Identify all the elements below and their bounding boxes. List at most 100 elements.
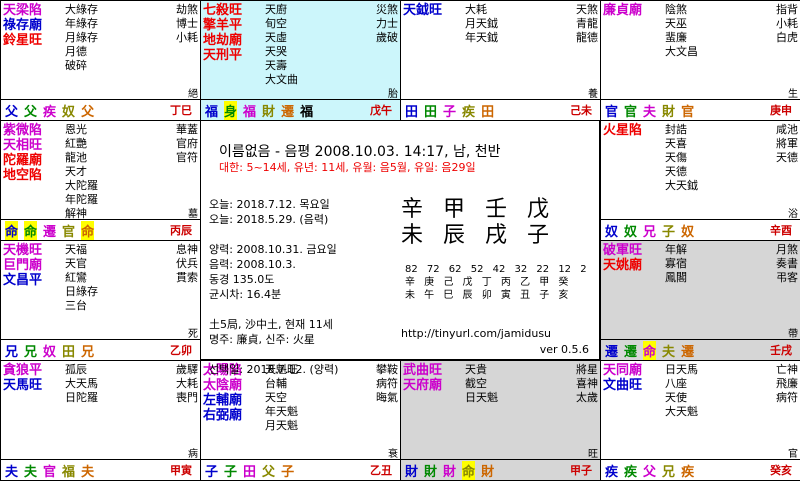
palace-label: 官 (62, 224, 76, 240)
palace-label: 子 (662, 224, 676, 240)
four-pillars: 辛甲壬戊 未辰戌子 (401, 197, 569, 249)
major-star: 祿存廟 (3, 18, 43, 33)
palace-cell-ja[interactable]: 武曲旺 天府廟 天貴 截空 日天魁 將星 喜神 太歲旺財財財命財甲子 (400, 360, 601, 481)
major-star: 天鉞旺 (403, 3, 443, 18)
palace-label: 兄 (662, 464, 676, 480)
minor-star: 月天鉞 (465, 17, 498, 30)
palace-cell-o[interactable]: 七殺旺 擎羊平 地劫廟 天刑平 天廚 旬空 天虛 天哭 天壽 大文曲 災煞 力士 歲破胎福身福財遷福戊午 (200, 0, 401, 121)
info-line (209, 227, 338, 242)
ages-branches-row: 未 午 巳 辰 卯 寅 丑 子 亥 (405, 290, 569, 301)
major-stars: 天鉞旺 (403, 3, 463, 18)
palace-label: 財 (424, 464, 438, 480)
palace-cell-in[interactable]: 貪狼平 天馬旺 孤辰 大天馬 日陀羅 歲驛 大耗 喪門病夫夫官福夫甲寅 (0, 360, 201, 481)
palace-cell-sul[interactable]: 破軍旺 天姚廟 年解 寡宿 鳳閣 月煞 奏書 弔客帶遷遷命夫遷壬戌 (600, 240, 800, 361)
palace-cell-hae[interactable]: 天同廟 文曲旺 日天馬 八座 天使 大天魁 亡神 飛廉 病符官疾疾父兄疾癸亥 (600, 360, 800, 481)
stem-branch: 癸亥 (770, 464, 792, 477)
spirit-star: 天煞 (576, 3, 598, 16)
palace-label: 官 (681, 104, 695, 120)
spirit-star: 飛廉 (776, 377, 798, 390)
palace-labels: 奴奴兄子奴辛酉 (601, 219, 800, 240)
minor-star: 陰煞 (665, 3, 687, 16)
minor-star: 日陀羅 (65, 391, 98, 404)
spirit-stars: 歲驛 大耗 喪門 (158, 363, 198, 405)
version-label: ver 0.5.6 (539, 343, 589, 356)
spirit-star: 弔客 (776, 271, 798, 284)
minor-star: 天壽 (265, 59, 287, 72)
palace-label: 夫 (662, 344, 676, 360)
minor-star: 寡宿 (665, 257, 687, 270)
spirit-star: 貫索 (176, 271, 198, 284)
major-star: 陀羅廟 (3, 153, 43, 168)
spirit-star: 指背 (776, 3, 798, 16)
minor-star: 孤辰 (65, 363, 87, 376)
minor-stars: 陰煞 天巫 蜚廉 大文昌 (665, 3, 735, 59)
stem-branch: 戊午 (370, 104, 392, 117)
minor-star: 天哭 (265, 45, 287, 58)
stem-branch: 己未 (570, 104, 592, 117)
palace-label: 子 (443, 104, 457, 120)
info-line: 선택일: 2018.7.12. (양력) (209, 363, 339, 376)
major-stars: 天同廟 文曲旺 (603, 363, 663, 393)
palace-label: 父 (5, 104, 19, 120)
minor-stars: 大綠存 年綠存 月綠存 月德 破碎 (65, 3, 135, 73)
palace-label: 兄 (24, 344, 38, 360)
major-star: 巨門廟 (3, 258, 43, 273)
palace-label: 父 (643, 464, 657, 480)
chart-subtitle: 대한: 5~14세, 유년: 11세, 유월: 음5월, 유일: 음29일 (219, 161, 476, 174)
major-star: 文曲旺 (603, 378, 643, 393)
spirit-star: 將星 (576, 363, 598, 376)
life-stage: 死 (188, 329, 198, 340)
major-star: 天刑平 (203, 48, 243, 63)
spirit-star: 病符 (376, 377, 398, 390)
palace-cell-mi[interactable]: 天鉞旺 大耗 月天鉞 年天鉞 天煞 青龍 龍德養田田子疾田己未 (400, 0, 601, 121)
spirit-star: 小耗 (776, 17, 798, 30)
life-stage: 帶 (788, 329, 798, 340)
palace-labels: 兄兄奴田兄乙卯 (1, 339, 200, 360)
spirit-star: 伏兵 (176, 257, 198, 270)
spirit-star: 白虎 (776, 31, 798, 44)
palace-label: 官 (43, 464, 57, 480)
spirit-star: 月煞 (776, 243, 798, 256)
palace-cell-myo[interactable]: 天機旺 巨門廟 文昌平 天福 天官 紅鸞 日綠存 三台 息神 伏兵 貫索死兄兄奴田兄乙卯 (0, 240, 201, 361)
spirit-star: 將軍 (776, 137, 798, 150)
minor-star: 大天鉞 (665, 179, 698, 192)
palace-labels: 父父疾奴父丁巳 (1, 99, 200, 120)
palace-cell-jin[interactable]: 紫微陷 天相旺 陀羅廟 地空陷 恩光 紅艷 龍池 天才 大陀羅 年陀羅 解神 華蓋 官府 官符墓命命遷官命… (0, 120, 201, 241)
spirit-stars: 華蓋 官府 官符 (158, 123, 198, 165)
spirit-star: 官府 (176, 137, 198, 150)
spirit-stars: 指背 小耗 白虎 (758, 3, 798, 45)
major-star: 廉貞廟 (603, 3, 643, 18)
palace-cell-chuk[interactable]: 太陽陷 太陰廟 左輔廟 右弼廟 天魁旺 台輔 天空 年天魁 月天魁 攀鞍 病符 晦氣衰子子田父子乙丑 (200, 360, 401, 481)
palace-label: 父 (262, 464, 276, 480)
ages-stems-row: 辛 庚 己 戊 丁 丙 乙 甲 癸 (405, 277, 569, 288)
palace-label: 疾 (681, 464, 695, 480)
palace-label: 子 (205, 464, 219, 480)
minor-star: 大天魁 (665, 405, 698, 418)
spirit-star: 太歲 (576, 391, 598, 404)
minor-star: 封誥 (665, 123, 687, 136)
life-stage: 衰 (388, 449, 398, 460)
palace-label: 福 (243, 104, 257, 120)
palace-label: 奴 (624, 224, 638, 240)
palace-label: 福 (62, 464, 76, 480)
palace-labels: 官官夫財官庚申 (601, 99, 800, 120)
spirit-star: 天德 (776, 151, 798, 164)
minor-star: 月綠存 (65, 31, 98, 44)
stem-branch: 乙卯 (170, 344, 192, 357)
palace-cell-shin[interactable]: 廉貞廟 陰煞 天巫 蜚廉 大文昌 指背 小耗 白虎生官官夫財官庚申 (600, 0, 800, 121)
minor-star: 破碎 (65, 59, 87, 72)
palace-label: 疾 (43, 104, 57, 120)
palace-label: 奴 (62, 104, 76, 120)
info-line (209, 347, 338, 362)
spirit-star: 青龍 (576, 17, 598, 30)
source-link[interactable]: http://tinyurl.com/jamidusu (401, 327, 551, 340)
stem-branch: 乙丑 (370, 464, 392, 477)
palace-label: 命 (24, 220, 38, 240)
palace-cell-yu[interactable]: 火星陷 封誥 天喜 天傷 天德 大天鉞 咸池 將軍 天德浴奴奴兄子奴辛酉 (600, 120, 800, 241)
decade-ages: 82 72 62 52 42 32 22 12 2 辛 庚 己 戊 丁 丙 乙 … (405, 263, 587, 302)
palace-label: 遷 (605, 344, 619, 360)
minor-star: 龍池 (65, 151, 87, 164)
info-line: 동경 135.0도 (209, 273, 275, 286)
spirit-star: 災煞 (376, 3, 398, 16)
palace-cell-si[interactable]: 天梁陷 祿存廟 鈴星旺 大綠存 年綠存 月綠存 月德 破碎 劫煞 博士 小耗絕父父疾奴父丁巳 (0, 0, 201, 121)
